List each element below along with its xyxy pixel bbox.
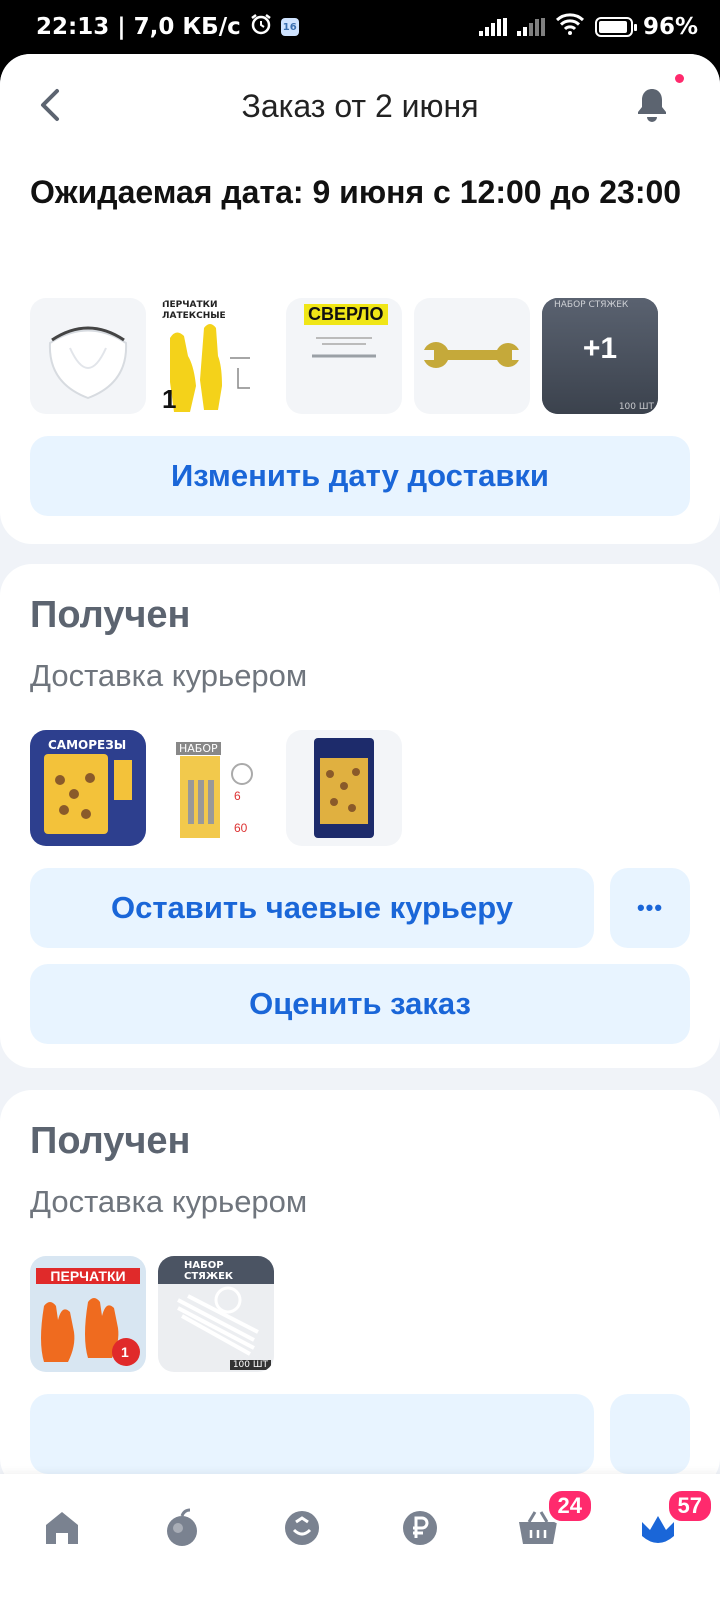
shipment-status: Получен bbox=[30, 1120, 191, 1162]
product-thumb-cable-ties[interactable]: НАБОР СТЯЖЕК 100 ШТ bbox=[158, 1256, 274, 1372]
cart-badge: 24 bbox=[545, 1488, 594, 1524]
delivery-method: Доставка курьером bbox=[30, 1184, 308, 1219]
network-speed: 7,0 КБ/с bbox=[133, 14, 241, 40]
order-items-row: ПЕРЧАТКИ ЛАТЕКСНЫЕ 1 СВЕРЛО НАБОР СТЯЖЕК… bbox=[30, 298, 658, 414]
product-thumb-wrench[interactable] bbox=[414, 298, 530, 414]
notifications-button[interactable] bbox=[630, 82, 674, 128]
clock: 22:13 bbox=[36, 14, 110, 40]
sim-icon: 16 bbox=[280, 18, 299, 36]
shipment-card-2: Получен Доставка курьером ПЕРЧАТКИ 1 НАБ… bbox=[0, 1090, 720, 1490]
shipment-card-1: Получен Доставка курьером САМОРЕЗЫ НАБОР… bbox=[0, 564, 720, 1068]
nav-cart[interactable]: 24 bbox=[512, 1488, 594, 1554]
status-bar: 22:13 | 7,0 КБ/с 16 96% bbox=[0, 0, 720, 54]
order-summary-card: Заказ от 2 июня Ожидаемая дата: 9 июня с… bbox=[0, 54, 720, 544]
more-items-count: +1 bbox=[582, 332, 618, 365]
shipment-items-row: САМОРЕЗЫ НАБОР 6 60 bbox=[30, 730, 402, 846]
system-navigation-bar bbox=[0, 1586, 720, 1600]
nav-offers[interactable] bbox=[276, 1502, 328, 1554]
chevron-left-icon bbox=[41, 89, 59, 121]
battery-percent: 96% bbox=[642, 14, 698, 40]
svg-text:60: 60 bbox=[234, 821, 248, 835]
product-thumb-work-gloves[interactable]: ПЕРЧАТКИ 1 bbox=[30, 1256, 146, 1372]
product-thumb-anchor-set[interactable]: НАБОР 6 60 bbox=[158, 730, 274, 846]
change-delivery-date-button[interactable]: Изменить дату доставки bbox=[30, 436, 690, 516]
smile-icon bbox=[285, 1511, 319, 1545]
app-screen: Заказ от 2 июня Ожидаемая дата: 9 июня с… bbox=[0, 54, 720, 1600]
ruble-icon bbox=[403, 1511, 437, 1545]
product-thumb-more[interactable]: НАБОР СТЯЖЕК +1 100 ШТ bbox=[542, 298, 658, 414]
svg-text:6: 6 bbox=[234, 789, 241, 803]
signal-icon-2 bbox=[516, 18, 545, 36]
notification-dot bbox=[675, 74, 684, 83]
product-thumb-screws-pack[interactable] bbox=[286, 730, 402, 846]
back-system-button[interactable] bbox=[496, 1594, 548, 1600]
nav-catalog[interactable] bbox=[156, 1502, 208, 1554]
product-thumb-drill-bit[interactable]: СВЕРЛО bbox=[286, 298, 402, 414]
shipment-items-row: ПЕРЧАТКИ 1 НАБОР СТЯЖЕК 100 ШТ bbox=[30, 1256, 274, 1372]
expected-delivery-date: Ожидаемая дата: 9 июня с 12:00 до 23:00 bbox=[30, 174, 682, 210]
alarm-icon bbox=[249, 12, 273, 42]
rate-order-button[interactable]: Оценить заказ bbox=[30, 964, 690, 1044]
wifi-icon bbox=[555, 13, 585, 41]
recents-button[interactable] bbox=[170, 1594, 222, 1600]
signal-icon bbox=[478, 18, 507, 36]
bell-icon bbox=[638, 89, 666, 122]
product-thumb-screws[interactable]: САМОРЕЗЫ bbox=[30, 730, 146, 846]
svg-text:1: 1 bbox=[162, 384, 176, 414]
more-options-button-2[interactable] bbox=[610, 1394, 690, 1474]
bottom-navigation: 24 57 bbox=[0, 1474, 720, 1586]
top-bar: Заказ от 2 июня bbox=[0, 54, 720, 158]
more-options-button[interactable]: ••• bbox=[610, 868, 690, 948]
battery-icon bbox=[594, 17, 637, 37]
apple-icon bbox=[167, 1508, 197, 1546]
tip-courier-button-2[interactable] bbox=[30, 1394, 594, 1474]
svg-text:1: 1 bbox=[121, 1344, 129, 1360]
tip-courier-button[interactable]: Оставить чаевые курьеру bbox=[30, 868, 594, 948]
product-thumb-latex-gloves[interactable]: ПЕРЧАТКИ ЛАТЕКСНЫЕ 1 bbox=[158, 298, 274, 414]
delivery-method: Доставка курьером bbox=[30, 658, 308, 693]
nav-profile[interactable]: 57 bbox=[632, 1488, 714, 1554]
shipment-status: Получен bbox=[30, 594, 191, 636]
home-system-button[interactable] bbox=[334, 1594, 386, 1600]
nav-home[interactable] bbox=[36, 1502, 88, 1554]
product-thumb-mask[interactable] bbox=[30, 298, 146, 414]
profile-badge: 57 bbox=[665, 1488, 714, 1524]
page-title: Заказ от 2 июня bbox=[241, 87, 479, 124]
home-icon bbox=[46, 1512, 78, 1544]
back-button[interactable] bbox=[30, 80, 70, 130]
nav-payments[interactable] bbox=[394, 1502, 446, 1554]
